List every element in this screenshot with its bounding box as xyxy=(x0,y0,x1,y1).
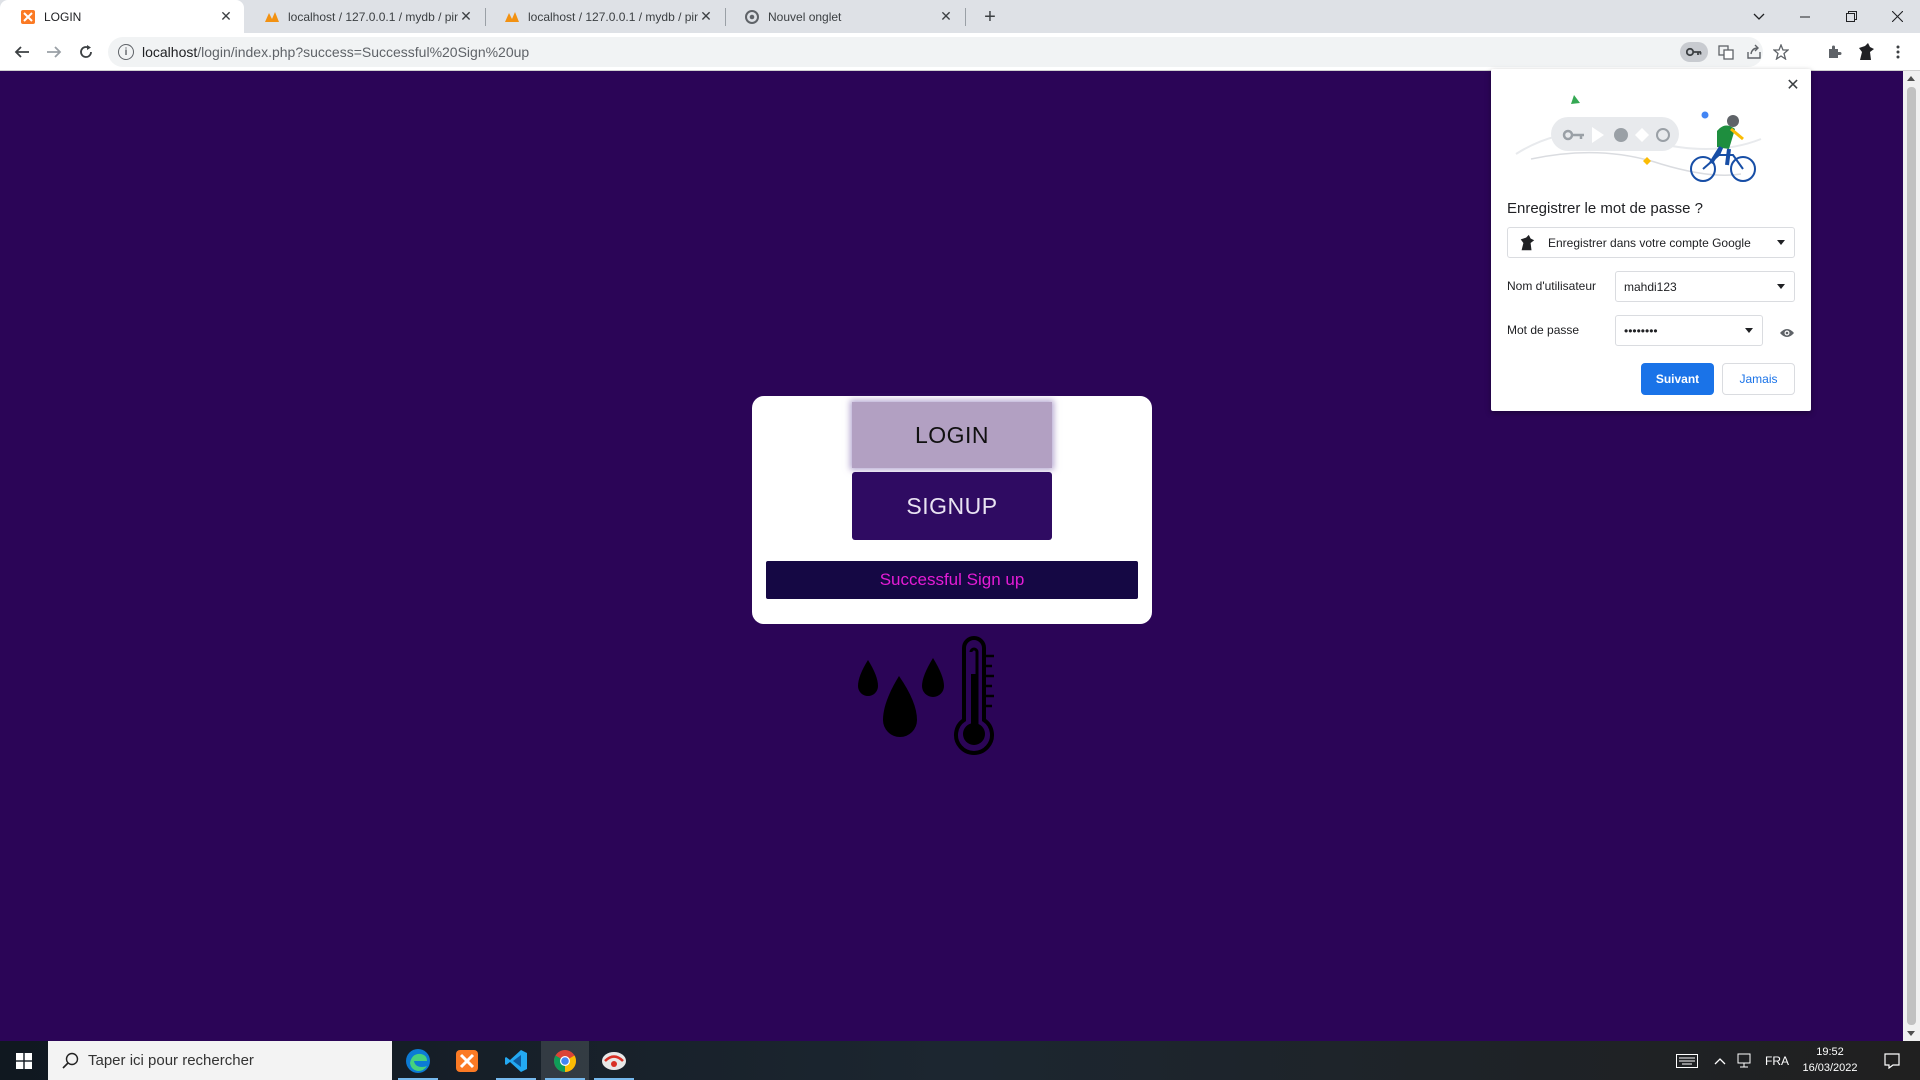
new-tab-button[interactable]: + xyxy=(978,5,1002,29)
xampp-icon xyxy=(20,9,36,25)
save-password-dialog: ✕ Enregistrer le mot de passe ? Enregist… xyxy=(1491,69,1811,411)
edge-icon xyxy=(406,1048,430,1073)
tray-keyboard-icon[interactable] xyxy=(1672,1041,1702,1080)
humidity-drops-icon xyxy=(858,658,944,737)
close-tab-icon[interactable]: ✕ xyxy=(218,8,234,25)
dialog-title: Enregistrer le mot de passe ? xyxy=(1507,200,1703,217)
taskbar-edge[interactable] xyxy=(394,1041,442,1080)
caret-down-icon[interactable] xyxy=(1745,328,1753,333)
search-placeholder: Taper ici pour rechercher xyxy=(88,1052,254,1069)
close-tab-icon[interactable]: ✕ xyxy=(458,8,474,25)
tab-strip: LOGIN ✕ localhost / 127.0.0.1 / mydb / p… xyxy=(0,0,1920,33)
username-value: mahdi123 xyxy=(1624,279,1677,294)
profile-avatar-icon xyxy=(1520,234,1535,251)
password-field[interactable]: •••••••• xyxy=(1615,315,1763,346)
phpmyadmin-icon xyxy=(504,9,520,25)
tab-new-tab[interactable]: Nouvel onglet ✕ xyxy=(724,0,964,33)
chevron-down-icon xyxy=(1753,13,1765,20)
taskbar-chrome[interactable] xyxy=(541,1041,589,1080)
tray-chevron-up-icon[interactable] xyxy=(1710,1041,1730,1080)
tab-phpmyadmin-1[interactable]: localhost / 127.0.0.1 / mydb / pin ✕ xyxy=(244,0,484,33)
scroll-up-icon[interactable] xyxy=(1907,76,1915,81)
taskbar-vscode[interactable] xyxy=(492,1041,540,1080)
login-button[interactable]: LOGIN xyxy=(852,402,1052,468)
browser-toolbar: i localhost/login/index.php?success=Succ… xyxy=(0,33,1920,71)
save-destination-select[interactable]: Enregistrer dans votre compte Google xyxy=(1507,227,1795,258)
scroll-down-icon[interactable] xyxy=(1907,1031,1915,1036)
restore-icon xyxy=(1845,11,1857,22)
translate-icon[interactable] xyxy=(1715,42,1737,62)
username-label: Nom d'utilisateur xyxy=(1507,279,1596,293)
clock-time: 19:52 xyxy=(1816,1046,1844,1058)
profile-avatar-icon[interactable] xyxy=(1856,42,1876,62)
minimize-button[interactable] xyxy=(1782,0,1828,33)
password-label: Mot de passe xyxy=(1507,323,1580,337)
menu-kebab-icon[interactable] xyxy=(1888,42,1908,62)
reload-button[interactable] xyxy=(72,38,100,66)
start-button[interactable] xyxy=(0,1041,48,1080)
close-tab-icon[interactable]: ✕ xyxy=(698,8,714,25)
site-info-icon[interactable]: i xyxy=(118,44,134,60)
caret-down-icon[interactable] xyxy=(1777,284,1785,289)
close-icon xyxy=(1891,11,1903,22)
save-password-button[interactable]: Suivant xyxy=(1641,363,1714,395)
windows-logo-icon xyxy=(16,1052,32,1069)
restore-button[interactable] xyxy=(1828,0,1874,33)
address-bar[interactable]: i localhost/login/index.php?success=Succ… xyxy=(108,37,1789,67)
thermometer-icon xyxy=(954,636,994,755)
tab-phpmyadmin-2[interactable]: localhost / 127.0.0.1 / mydb / pin ✕ xyxy=(484,0,724,33)
tab-title: LOGIN xyxy=(44,9,82,24)
clock-date: 16/03/2022 xyxy=(1802,1062,1858,1074)
vscode-icon xyxy=(505,1049,527,1072)
forward-button[interactable] xyxy=(40,38,68,66)
reload-icon xyxy=(80,45,92,58)
close-window-button[interactable] xyxy=(1874,0,1920,33)
search-icon xyxy=(62,1052,79,1069)
success-message: Successful Sign up xyxy=(766,561,1138,599)
url-text[interactable]: localhost/login/index.php?success=Succes… xyxy=(142,44,529,60)
arrow-right-icon xyxy=(47,46,62,58)
password-value: •••••••• xyxy=(1624,323,1658,338)
tray-clock[interactable]: 19:52 16/03/2022 xyxy=(1798,1044,1862,1076)
phpmyadmin-icon xyxy=(264,9,280,25)
caret-down-icon xyxy=(1777,240,1785,245)
save-destination-label: Enregistrer dans votre compte Google xyxy=(1548,235,1751,250)
taskbar-xampp[interactable] xyxy=(443,1041,491,1080)
windows-taskbar: Taper ici pour rechercher FRA 19:52 16/0… xyxy=(0,1041,1920,1080)
xampp-icon xyxy=(456,1049,478,1072)
share-icon[interactable] xyxy=(1743,42,1765,62)
bookmark-star-icon[interactable] xyxy=(1770,42,1792,62)
tab-title: Nouvel onglet xyxy=(768,9,842,24)
never-save-button[interactable]: Jamais xyxy=(1722,363,1795,395)
arrow-left-icon xyxy=(14,46,29,58)
tray-network-icon[interactable] xyxy=(1733,1041,1755,1080)
password-illustration xyxy=(1515,95,1762,182)
show-password-eye-icon[interactable] xyxy=(1777,323,1797,343)
notification-center-icon[interactable] xyxy=(1872,1041,1912,1080)
extensions-icon[interactable] xyxy=(1824,42,1844,62)
tab-title: localhost / 127.0.0.1 / mydb / pin xyxy=(528,9,698,24)
password-key-icon[interactable] xyxy=(1680,42,1708,62)
taskbar-app[interactable] xyxy=(590,1041,638,1080)
chrome-icon xyxy=(554,1049,576,1072)
close-icon[interactable]: ✕ xyxy=(1783,75,1803,95)
tab-separator xyxy=(965,8,966,26)
close-tab-icon[interactable]: ✕ xyxy=(938,8,954,25)
scroll-thumb[interactable] xyxy=(1907,87,1916,1025)
back-button[interactable] xyxy=(8,38,36,66)
tray-language[interactable]: FRA xyxy=(1758,1041,1796,1080)
login-card: LOGIN SIGNUP Successful Sign up xyxy=(752,396,1152,624)
chrome-icon xyxy=(744,9,760,25)
tab-login[interactable]: LOGIN ✕ xyxy=(0,0,244,33)
taskbar-search[interactable]: Taper ici pour rechercher xyxy=(48,1041,392,1080)
username-field[interactable]: mahdi123 xyxy=(1615,271,1795,302)
tab-title: localhost / 127.0.0.1 / mydb / pin xyxy=(288,9,458,24)
page-scrollbar[interactable] xyxy=(1903,71,1920,1041)
signup-button[interactable]: SIGNUP xyxy=(852,472,1052,540)
tab-search-button[interactable] xyxy=(1736,0,1782,33)
app-icon xyxy=(602,1051,626,1070)
sensor-illustration xyxy=(852,636,1032,766)
minimize-icon xyxy=(1800,16,1810,17)
